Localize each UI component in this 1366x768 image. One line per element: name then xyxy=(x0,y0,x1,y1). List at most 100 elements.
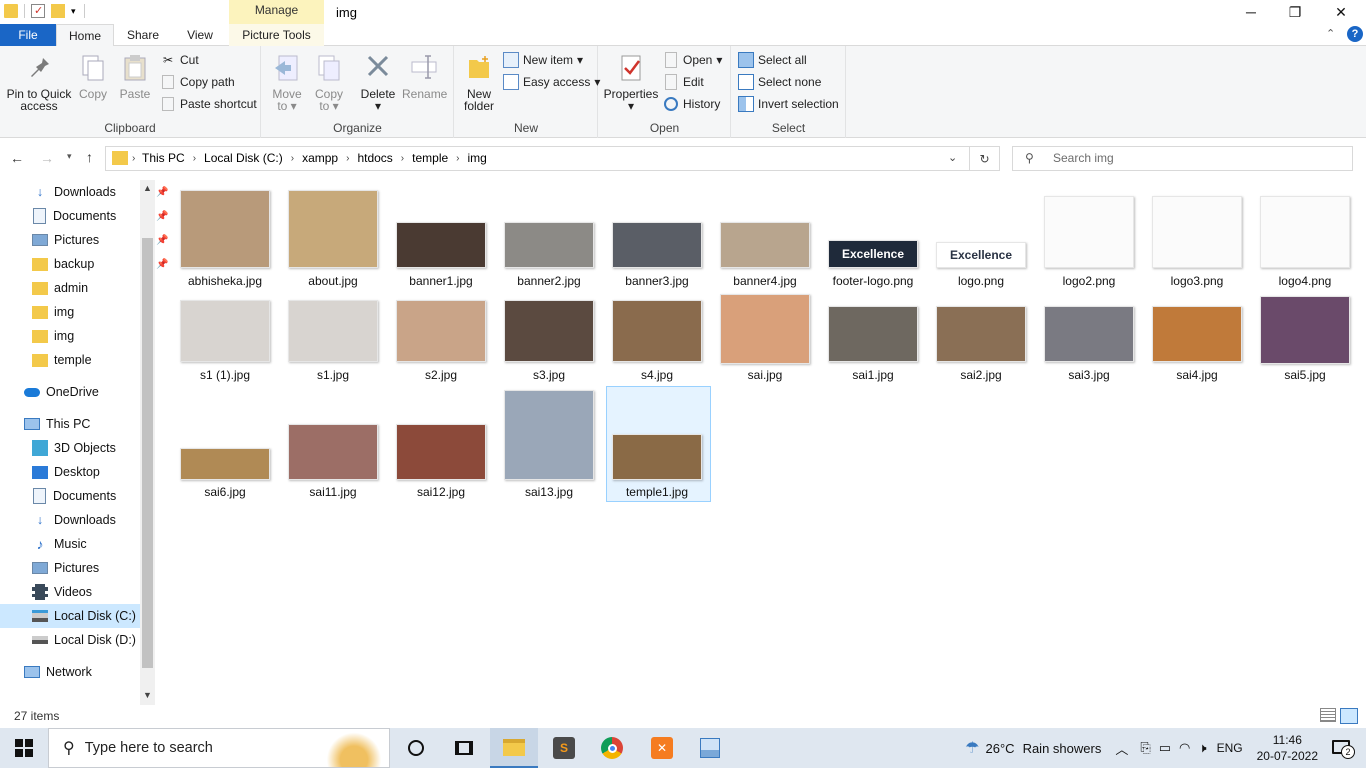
file-item[interactable]: banner3.jpg xyxy=(605,190,709,292)
nav-quick-pictures[interactable]: Pictures 📌 xyxy=(32,228,168,252)
nav-network[interactable]: Network xyxy=(24,660,92,684)
file-item[interactable]: sai1.jpg xyxy=(821,300,925,386)
restore-button[interactable]: ❐ xyxy=(1272,0,1318,24)
select-all-button[interactable]: Select all xyxy=(738,50,807,70)
address-bar[interactable]: › This PC › Local Disk (C:) › xampp › htdoc… xyxy=(105,146,970,171)
weather-icon[interactable]: ☂ xyxy=(965,738,979,758)
file-item[interactable]: sai.jpg xyxy=(713,294,817,386)
recent-locations-icon[interactable]: ▾ xyxy=(67,151,72,162)
delete-button[interactable]: Delete ▾ xyxy=(358,52,398,112)
new-folder-button[interactable]: New folder xyxy=(461,52,497,112)
nav-pictures[interactable]: Pictures xyxy=(32,556,99,580)
crumb-img[interactable]: img xyxy=(468,151,487,165)
tab-file[interactable]: File xyxy=(0,24,56,46)
file-item[interactable]: temple1.jpg xyxy=(605,390,709,503)
help-icon[interactable]: ? xyxy=(1347,26,1363,42)
new-folder-icon[interactable] xyxy=(51,4,65,18)
nav-quick-documents[interactable]: Documents 📌 xyxy=(32,204,168,228)
file-item[interactable]: s2.jpg xyxy=(389,300,493,386)
collapse-ribbon-icon[interactable]: ⌃ xyxy=(1326,27,1335,40)
file-item[interactable]: logo3.png xyxy=(1145,190,1249,292)
scrollbar-thumb[interactable] xyxy=(142,238,153,668)
nav-scrollbar[interactable]: ▲ ▼ xyxy=(140,180,155,705)
cut-button[interactable]: ✂ Cut xyxy=(160,50,199,70)
chevron-right-icon[interactable]: › xyxy=(346,153,349,164)
clock[interactable]: 11:46 20-07-2022 xyxy=(1257,732,1318,764)
pin-icon[interactable]: 📌 xyxy=(156,211,168,222)
volume-muted-icon[interactable]: 🕨 xyxy=(1198,740,1206,756)
tab-picture-tools[interactable]: Picture Tools xyxy=(229,24,324,46)
file-item[interactable]: s1 (1).jpg xyxy=(173,300,277,386)
close-button[interactable]: ✕ xyxy=(1318,0,1364,24)
nav-quick-img[interactable]: img xyxy=(32,300,74,324)
file-item[interactable]: sai2.jpg xyxy=(929,300,1033,386)
nav-onedrive[interactable]: OneDrive xyxy=(24,380,99,404)
details-view-icon[interactable] xyxy=(1320,708,1336,722)
pin-to-quick-access-button[interactable]: Pin to Quick access xyxy=(4,52,74,112)
crumb-temple[interactable]: temple xyxy=(412,151,448,165)
nav-quick-backup[interactable]: backup 📌 xyxy=(32,252,168,276)
pin-icon[interactable]: 📌 xyxy=(156,259,168,270)
large-icons-view-icon[interactable] xyxy=(1340,708,1358,724)
nav-quick-downloads[interactable]: ↓ Downloads 📌 xyxy=(32,180,169,204)
chevron-right-icon[interactable]: › xyxy=(456,153,459,164)
pin-icon[interactable]: 📌 xyxy=(156,235,168,246)
file-item[interactable]: Excellence footer-logo.png xyxy=(821,190,925,292)
file-item[interactable]: banner1.jpg xyxy=(389,190,493,292)
copy-path-button[interactable]: Copy path xyxy=(160,72,235,92)
file-item[interactable]: sai4.jpg xyxy=(1145,300,1249,386)
customize-toolbar-icon[interactable]: ▾ xyxy=(71,6,76,17)
copy-to-button[interactable]: Copy to ▾ xyxy=(312,52,346,112)
file-item[interactable]: s3.jpg xyxy=(497,300,601,386)
task-view-button[interactable] xyxy=(392,728,440,768)
copy-button[interactable]: Copy xyxy=(76,52,110,100)
tab-home[interactable]: Home xyxy=(56,24,114,47)
file-item[interactable]: logo2.png xyxy=(1037,190,1141,292)
forward-arrow-icon[interactable]: → xyxy=(40,150,54,166)
nav-quick-img-2[interactable]: img xyxy=(32,324,74,348)
nav-music[interactable]: ♪ Music xyxy=(32,532,87,556)
file-item[interactable]: s1.jpg xyxy=(281,300,385,386)
taskbar-search-input[interactable]: ⚲ Type here to search xyxy=(48,728,390,768)
edit-button[interactable]: Edit xyxy=(663,72,704,92)
language-indicator[interactable]: ENG xyxy=(1217,741,1243,755)
battery-icon[interactable]: ▭ xyxy=(1159,740,1171,756)
select-none-button[interactable]: Select none xyxy=(738,72,821,92)
nav-local-disk-d[interactable]: Local Disk (D:) xyxy=(32,628,136,652)
crumb-this-pc[interactable]: This PC xyxy=(142,151,185,165)
tab-view[interactable]: View xyxy=(172,24,228,46)
chrome-taskbar-button[interactable] xyxy=(588,728,636,768)
chevron-right-icon[interactable]: › xyxy=(193,153,196,164)
open-button[interactable]: Open ▾ xyxy=(663,50,722,70)
file-item[interactable]: s4.jpg xyxy=(605,300,709,386)
up-arrow-icon[interactable]: ↑ xyxy=(86,149,93,165)
show-hidden-icons-chevron-icon[interactable]: ︿ xyxy=(1115,739,1128,758)
crumb-local-disk[interactable]: Local Disk (C:) xyxy=(204,151,283,165)
file-item[interactable]: banner4.jpg xyxy=(713,190,817,292)
invert-selection-button[interactable]: Invert selection xyxy=(738,94,839,114)
minimize-button[interactable]: ─ xyxy=(1228,0,1274,24)
nav-downloads[interactable]: ↓ Downloads xyxy=(32,508,116,532)
meet-now-icon[interactable]: ⎘ xyxy=(1140,740,1150,756)
move-to-button[interactable]: Move to ▾ xyxy=(270,52,304,112)
tab-share[interactable]: Share xyxy=(116,24,170,46)
scroll-up-icon[interactable]: ▲ xyxy=(143,183,152,193)
wifi-icon[interactable]: ◠ xyxy=(1179,740,1190,756)
crumb-xampp[interactable]: xampp xyxy=(302,151,338,165)
rename-button[interactable]: Rename xyxy=(402,52,447,100)
paste-button[interactable]: Paste xyxy=(117,52,153,100)
photos-taskbar-button[interactable] xyxy=(686,728,734,768)
nav-documents[interactable]: Documents xyxy=(32,484,116,508)
nav-desktop[interactable]: Desktop xyxy=(32,460,100,484)
easy-access-button[interactable]: Easy access ▾ xyxy=(503,72,600,92)
nav-quick-temple[interactable]: temple xyxy=(32,348,92,372)
weather-temp[interactable]: 26°C xyxy=(986,741,1015,756)
file-item[interactable]: logo4.png xyxy=(1253,190,1357,292)
notification-center-button[interactable]: 2 xyxy=(1332,738,1355,759)
file-item[interactable]: sai11.jpg xyxy=(281,390,385,503)
refresh-button[interactable]: ↻ xyxy=(970,146,1000,171)
history-button[interactable]: History xyxy=(663,94,720,114)
properties-check-icon[interactable]: ✓ xyxy=(31,4,45,18)
start-button[interactable] xyxy=(0,728,48,768)
nav-quick-admin[interactable]: admin xyxy=(32,276,88,300)
